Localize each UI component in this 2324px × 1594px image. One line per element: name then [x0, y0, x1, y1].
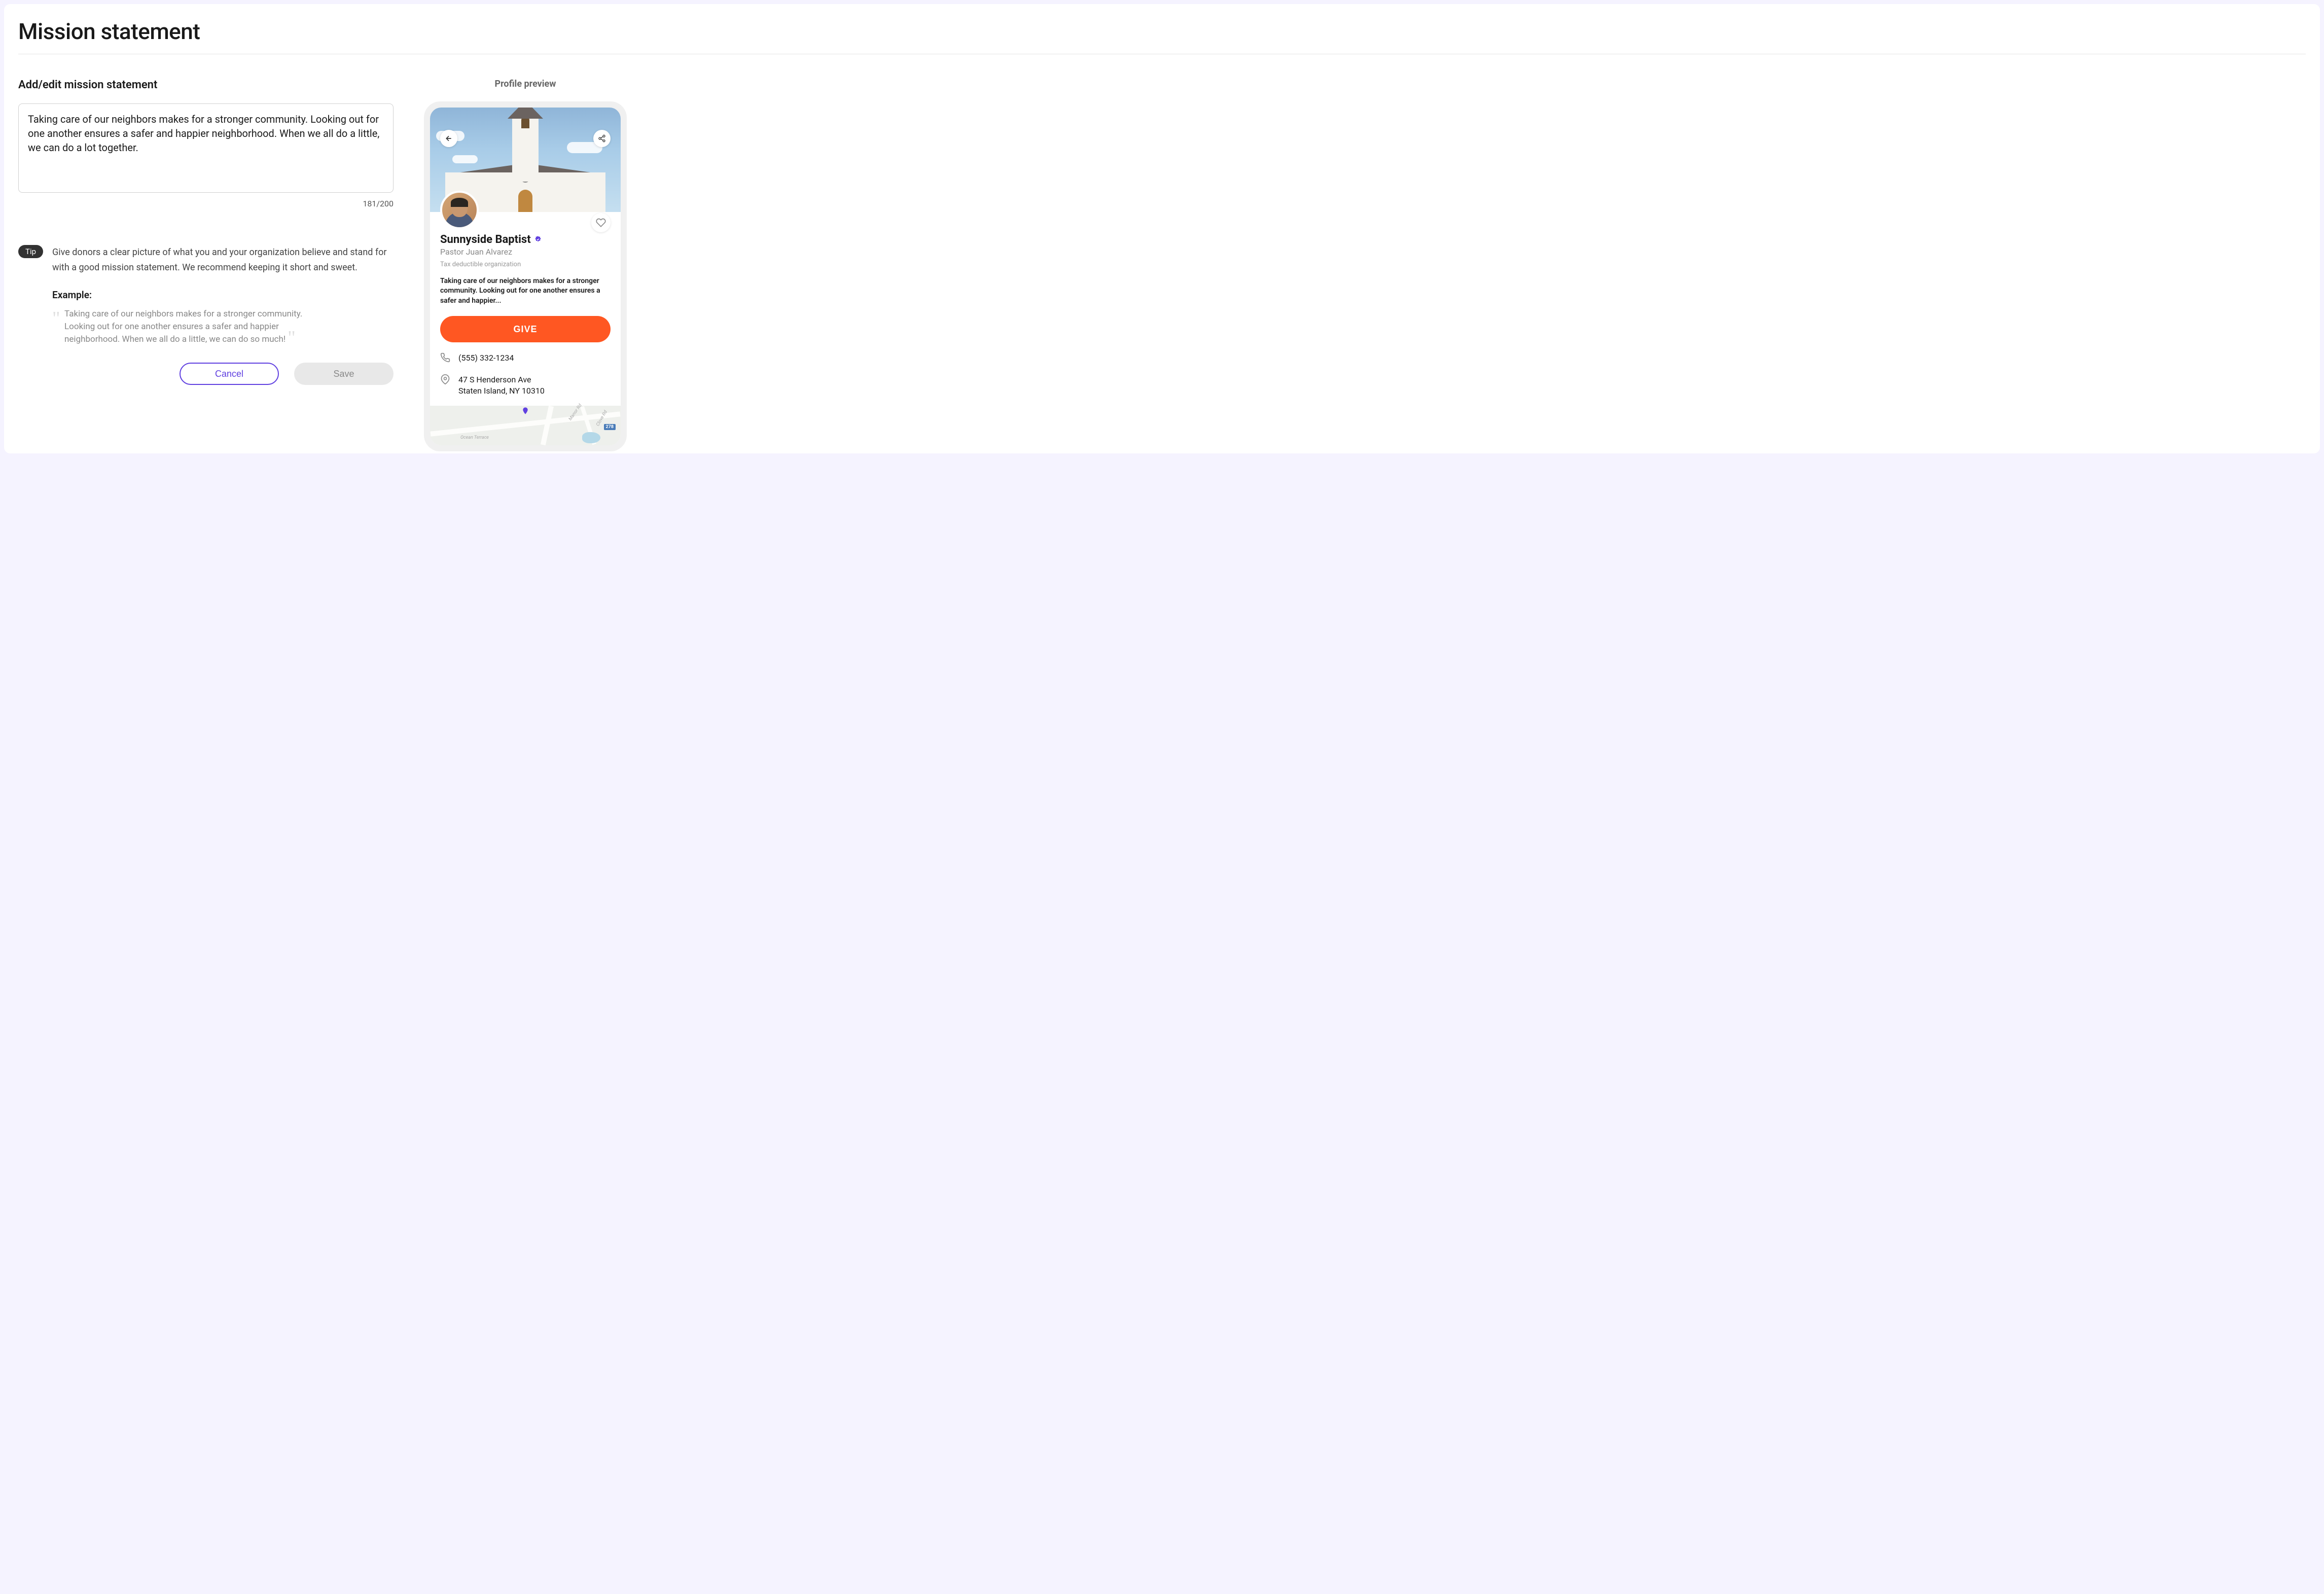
phone-icon — [440, 352, 450, 363]
give-button[interactable]: GIVE — [440, 316, 611, 342]
heart-icon — [596, 218, 606, 228]
steeple-roof-icon — [508, 108, 543, 119]
share-icon — [598, 134, 606, 143]
address-text: 47 S Henderson Ave Staten Island, NY 103… — [458, 374, 545, 397]
cancel-button[interactable]: Cancel — [180, 363, 279, 385]
verified-badge-icon — [534, 235, 542, 243]
address-line1: 47 S Henderson Ave — [458, 374, 545, 385]
mission-textarea[interactable] — [18, 103, 394, 193]
preview-heading: Profile preview — [424, 79, 627, 89]
mission-preview-text: Taking care of our neighbors makes for a… — [440, 276, 611, 306]
page-title: Mission statement — [18, 18, 2306, 45]
phone-row: (555) 332-1234 — [440, 352, 611, 364]
share-button[interactable] — [593, 130, 611, 147]
address-line2: Staten Island, NY 10310 — [458, 385, 545, 397]
editor-column: Add/edit mission statement 181/200 Tip G… — [18, 79, 394, 451]
example-quote: Taking care of our neighbors makes for a… — [52, 308, 326, 345]
char-counter: 181/200 — [18, 199, 394, 208]
phone-text: (555) 332-1234 — [458, 352, 514, 364]
page-container: Mission statement Add/edit mission state… — [4, 4, 2320, 453]
phone-preview: Sunnyside Baptist Pastor Juan Alvarez Ta… — [424, 101, 627, 451]
tip-badge: Tip — [18, 245, 43, 258]
button-row: Cancel Save — [52, 363, 394, 385]
editor-heading: Add/edit mission statement — [18, 79, 394, 91]
map[interactable]: Ocean Terrace Manor Rd Clove Rd 278 — [430, 406, 621, 445]
tip-section: Tip Give donors a clear picture of what … — [18, 245, 394, 385]
arrow-left-icon — [445, 134, 453, 143]
map-road — [541, 406, 554, 445]
org-name: Sunnyside Baptist — [440, 233, 531, 246]
tip-text: Give donors a clear picture of what you … — [52, 245, 394, 275]
tax-note: Tax deductible organization — [440, 261, 611, 268]
profile-header: Sunnyside Baptist Pastor Juan Alvarez Ta… — [440, 212, 611, 397]
save-button[interactable]: Save — [294, 363, 394, 385]
content-wrapper: Add/edit mission statement 181/200 Tip G… — [18, 79, 2306, 451]
org-subtitle: Pastor Juan Alvarez — [440, 247, 611, 257]
phone-content: Sunnyside Baptist Pastor Juan Alvarez Ta… — [430, 108, 621, 445]
example-heading: Example: — [52, 289, 394, 301]
back-button[interactable] — [440, 130, 457, 147]
preview-column: Profile preview — [424, 79, 627, 451]
map-road-label: Ocean Terrace — [460, 435, 489, 440]
profile-section: Sunnyside Baptist Pastor Juan Alvarez Ta… — [430, 212, 621, 406]
map-pin-icon — [521, 407, 529, 415]
textarea-wrapper: 181/200 — [18, 103, 394, 208]
avatar — [440, 191, 479, 229]
tip-content: Give donors a clear picture of what you … — [52, 245, 394, 385]
location-pin-icon — [440, 374, 450, 384]
map-water — [582, 432, 600, 443]
route-badge: 278 — [604, 424, 616, 430]
favorite-button[interactable] — [591, 213, 611, 232]
address-row: 47 S Henderson Ave Staten Island, NY 103… — [440, 374, 611, 397]
org-name-row: Sunnyside Baptist — [440, 233, 611, 246]
